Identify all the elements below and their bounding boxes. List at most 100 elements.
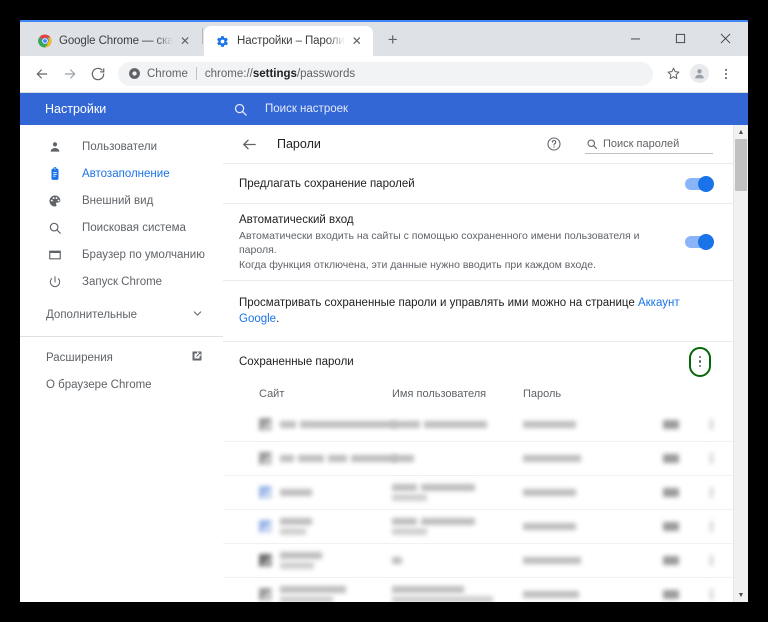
show-password-button[interactable]	[663, 488, 701, 497]
password-value-redacted	[523, 420, 576, 428]
table-row[interactable]	[223, 475, 733, 509]
scroll-up-arrow-icon[interactable]: ▲	[734, 125, 748, 139]
close-icon[interactable]: ✕	[349, 33, 365, 49]
sidebar-item-extensions[interactable]: Расширения	[20, 344, 223, 371]
eye-icon	[663, 454, 679, 463]
cell-username	[392, 484, 523, 501]
sidebar-item-advanced[interactable]: Дополнительные	[20, 301, 223, 329]
settings-search-input[interactable]: Поиск настроек	[223, 93, 748, 125]
sidebar-item-chrome-startup[interactable]: Запуск Chrome	[20, 268, 223, 295]
search-icon	[46, 219, 64, 237]
tab-strip: Google Chrome — скачать бесп ✕ Настройки…	[20, 22, 748, 56]
offer-to-save-passwords-toggle[interactable]	[685, 175, 714, 192]
sidebar-item-users[interactable]: Пользователи	[20, 133, 223, 160]
row-text: Предлагать сохранение паролей	[239, 168, 671, 200]
three-dot-menu-icon	[709, 487, 713, 498]
search-icon	[585, 137, 598, 150]
show-password-button[interactable]	[663, 556, 701, 565]
password-value-redacted	[523, 489, 576, 496]
row-menu-button[interactable]	[701, 521, 721, 532]
star-icon[interactable]	[659, 60, 687, 88]
gear-icon	[215, 34, 230, 49]
site-value-redacted	[280, 586, 346, 602]
sidebar-item-label: Дополнительные	[46, 309, 138, 321]
page-scrollbar[interactable]: ▲ ▼	[733, 125, 748, 602]
show-password-button[interactable]	[663, 522, 701, 531]
search-passwords-placeholder: Поиск паролей	[603, 137, 680, 150]
eye-icon	[663, 590, 679, 599]
row-menu-button[interactable]	[701, 453, 721, 464]
site-value-redacted	[280, 518, 312, 535]
reload-button-icon[interactable]	[84, 60, 112, 88]
search-passwords-input[interactable]: Поиск паролей	[585, 134, 713, 154]
cell-site	[259, 586, 392, 602]
table-row[interactable]	[223, 577, 733, 602]
scrollbar-track[interactable]	[734, 139, 748, 588]
password-value-redacted	[523, 557, 581, 564]
auto-signin-toggle[interactable]	[685, 234, 714, 250]
table-row[interactable]	[223, 441, 733, 475]
three-dot-menu-icon[interactable]	[712, 60, 740, 88]
eye-icon	[663, 419, 679, 429]
back-button-icon[interactable]	[28, 60, 56, 88]
row-menu-button[interactable]	[701, 555, 721, 566]
site-value-redacted	[280, 489, 312, 496]
help-circle-icon[interactable]	[545, 135, 563, 153]
new-tab-button[interactable]: +	[379, 26, 407, 54]
password-value-redacted	[523, 523, 576, 530]
sidebar-item-appearance[interactable]: Внешний вид	[20, 187, 223, 214]
row-title: Автоматический вход	[239, 214, 354, 226]
row-subtitle-line2: Когда функция отключена, эти данные нужн…	[239, 259, 596, 271]
saved-passwords-menu-button[interactable]	[687, 346, 713, 378]
url-suffix: /passwords	[296, 67, 356, 80]
close-button[interactable]	[703, 22, 748, 54]
sidebar-item-label: Поисковая система	[82, 221, 186, 234]
address-bar[interactable]: Chrome chrome://settings/passwords	[118, 61, 653, 86]
back-arrow-icon[interactable]	[239, 134, 259, 154]
chrome-logo-icon	[37, 34, 52, 49]
row-title: Предлагать сохранение паролей	[239, 177, 415, 190]
cell-site	[259, 486, 392, 499]
sidebar-item-label: Пользователи	[82, 140, 158, 153]
show-password-button[interactable]	[663, 419, 701, 429]
minimize-button[interactable]	[613, 22, 658, 54]
passwords-title: Пароли	[277, 137, 321, 151]
page-title: Настройки	[45, 102, 107, 116]
settings-main-wrapper: Пароли Поиск паролей Предлагать сохранен…	[223, 125, 748, 602]
clipboard-icon	[46, 165, 64, 183]
table-row[interactable]	[223, 509, 733, 543]
site-favicon-icon	[259, 452, 272, 465]
close-icon[interactable]: ✕	[177, 33, 193, 49]
person-icon	[46, 138, 64, 156]
forward-button-icon[interactable]	[56, 60, 84, 88]
row-menu-button[interactable]	[701, 418, 721, 430]
sidebar-item-about-chrome[interactable]: О браузере Chrome	[20, 371, 223, 398]
row-menu-button[interactable]	[701, 589, 721, 600]
scrollbar-thumb[interactable]	[735, 139, 747, 191]
row-subtitle-line1: Автоматически входить на сайты с помощью…	[239, 230, 640, 256]
cell-username	[392, 455, 523, 462]
show-password-button[interactable]	[663, 454, 701, 463]
row-menu-button[interactable]	[701, 487, 721, 498]
three-dot-menu-icon	[709, 418, 713, 430]
tab-settings-passwords[interactable]: Настройки – Пароли ✕	[204, 26, 373, 56]
tab-google-chrome-download[interactable]: Google Chrome — скачать бесп ✕	[26, 26, 201, 56]
scroll-down-arrow-icon[interactable]: ▼	[734, 588, 748, 602]
avatar[interactable]	[690, 64, 709, 83]
url-prefix: chrome://	[204, 67, 253, 80]
site-value-redacted	[280, 455, 397, 462]
table-row[interactable]	[223, 407, 733, 441]
sidebar-item-search-engine[interactable]: Поисковая система	[20, 214, 223, 241]
cell-password	[523, 420, 663, 428]
passwords-panel: Пароли Поиск паролей Предлагать сохранен…	[223, 125, 733, 602]
show-password-button[interactable]	[663, 590, 701, 599]
cell-password	[523, 591, 663, 598]
sidebar-item-autofill[interactable]: Автозаполнение	[20, 160, 223, 187]
maximize-button[interactable]	[658, 22, 703, 54]
sidebar-item-label: Автозаполнение	[82, 167, 170, 180]
cell-site	[259, 552, 392, 569]
row-text: Автоматический вход Автоматически входит…	[239, 204, 671, 280]
table-row[interactable]	[223, 543, 733, 577]
sidebar-item-label: Расширения	[46, 351, 113, 364]
sidebar-item-default-browser[interactable]: Браузер по умолчанию	[20, 241, 223, 268]
